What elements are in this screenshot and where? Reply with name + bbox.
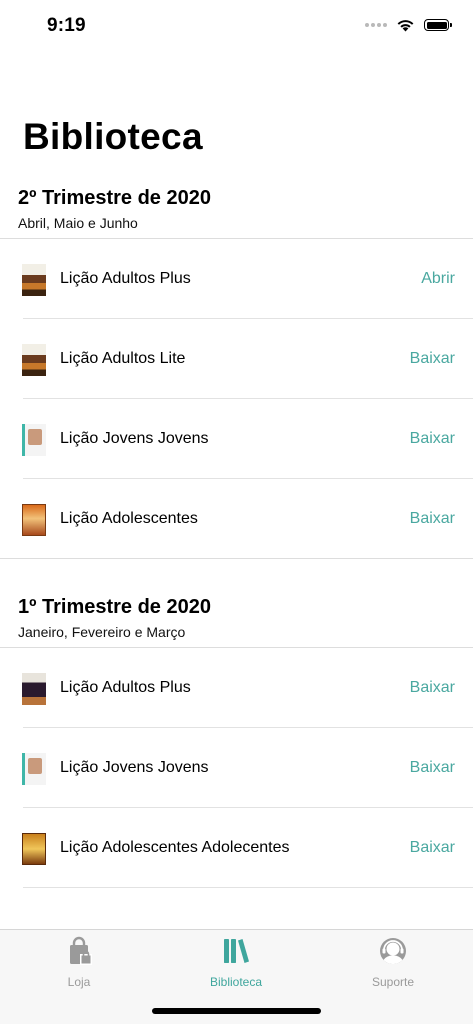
book-cover-thumbnail <box>22 673 46 705</box>
item-label: Lição Adultos Plus <box>60 679 191 696</box>
support-headset-icon <box>380 938 406 965</box>
tab-biblioteca[interactable]: Biblioteca <box>186 936 286 989</box>
book-cover-thumbnail <box>22 424 46 456</box>
tab-label: Biblioteca <box>209 975 263 989</box>
section-title: 1º Trimestre de 2020 <box>18 596 211 618</box>
list-item[interactable]: Lição Jovens Jovens Baixar <box>0 399 473 478</box>
page-title: Biblioteca <box>23 116 203 157</box>
list-item[interactable]: Lição Adultos Lite Baixar <box>0 319 473 398</box>
shopping-bag-icon <box>70 936 92 965</box>
home-indicator[interactable] <box>152 1008 321 1014</box>
status-time: 9:19 <box>47 15 86 36</box>
list-item[interactable]: Lição Jovens Jovens Baixar <box>0 728 473 807</box>
status-indicators <box>365 18 452 32</box>
section-header: 2º Trimestre de 2020 Abril, Maio e Junho <box>0 180 473 238</box>
tab-label: Suporte <box>371 975 415 989</box>
book-cover-thumbnail <box>22 753 46 785</box>
cellular-signal-icon <box>365 23 387 27</box>
list-item[interactable]: Lição Adolescentes Adolecentes Baixar <box>0 808 473 887</box>
download-button[interactable]: Baixar <box>410 349 455 369</box>
tab-label: Loja <box>67 975 91 989</box>
download-button[interactable]: Baixar <box>410 838 455 858</box>
section-title: 2º Trimestre de 2020 <box>18 187 211 209</box>
item-label: Lição Adultos Lite <box>60 350 186 367</box>
download-button[interactable]: Baixar <box>410 509 455 529</box>
wifi-icon <box>397 20 414 32</box>
download-button[interactable]: Baixar <box>410 678 455 698</box>
books-icon <box>224 939 249 963</box>
open-button[interactable]: Abrir <box>421 269 455 289</box>
download-button[interactable]: Baixar <box>410 758 455 778</box>
book-cover-thumbnail <box>22 264 46 296</box>
status-bar: 9:19 <box>0 0 473 50</box>
list-item[interactable]: Lição Adultos Plus Baixar <box>0 648 473 727</box>
item-label: Lição Adolescentes Adolecentes <box>60 839 290 856</box>
section-q1-2020: 1º Trimestre de 2020 Janeiro, Fevereiro … <box>0 589 473 888</box>
tab-loja[interactable]: Loja <box>29 936 129 989</box>
item-label: Lição Jovens Jovens <box>60 759 209 776</box>
list-item[interactable]: Lição Adultos Plus Abrir <box>0 239 473 318</box>
battery-icon <box>424 19 452 31</box>
section-subtitle: Janeiro, Fevereiro e Março <box>18 624 186 640</box>
list-item[interactable]: Lição Adolescentes Baixar <box>0 479 473 558</box>
book-cover-thumbnail <box>22 833 46 865</box>
item-label: Lição Adolescentes <box>60 510 198 527</box>
book-cover-thumbnail <box>22 344 46 376</box>
section-q2-2020: 2º Trimestre de 2020 Abril, Maio e Junho… <box>0 180 473 559</box>
tab-suporte[interactable]: Suporte <box>343 936 443 989</box>
divider <box>23 887 473 888</box>
item-label: Lição Jovens Jovens <box>60 430 209 447</box>
library-list: 2º Trimestre de 2020 Abril, Maio e Junho… <box>0 180 473 888</box>
section-subtitle: Abril, Maio e Junho <box>18 215 138 231</box>
item-label: Lição Adultos Plus <box>60 270 191 287</box>
section-header: 1º Trimestre de 2020 Janeiro, Fevereiro … <box>0 589 473 647</box>
download-button[interactable]: Baixar <box>410 429 455 449</box>
book-cover-thumbnail <box>22 504 46 536</box>
